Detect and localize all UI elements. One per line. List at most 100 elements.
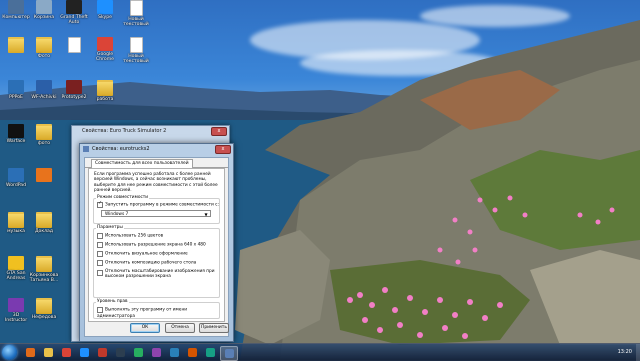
taskbar-button[interactable] <box>76 346 92 359</box>
desktop-icon[interactable]: музыка <box>1 212 31 234</box>
taskbar-button[interactable] <box>166 346 182 359</box>
desktop-icon-label: Warface <box>6 139 26 144</box>
desktop-icon[interactable]: Корзинкова Татьяна В... <box>29 256 59 283</box>
select-value: Windows 7 <box>105 212 129 217</box>
document-icon <box>67 37 81 53</box>
desktop-icon-label: Новый текстовый <box>123 17 149 28</box>
show-desktop-button[interactable] <box>636 344 640 361</box>
properties-dialog[interactable]: Свойства: eurotrucks2 x Совместимость дл… <box>79 143 234 342</box>
desktop-icon[interactable]: GTA San Andreas <box>1 256 31 281</box>
taskbar-button[interactable] <box>202 346 218 359</box>
checkbox-label: Отключить визуальное оформление <box>105 251 188 257</box>
desktop-icon[interactable]: Компьютер <box>1 0 31 20</box>
checkbox-box[interactable] <box>97 233 103 239</box>
desktop-icon[interactable] <box>1 37 31 54</box>
desktop-icon[interactable]: Prototype2 <box>59 80 89 100</box>
desktop-icon-label: Фото <box>37 54 51 59</box>
desktop-icon-label: Компьютер <box>2 15 30 20</box>
taskbar-button[interactable] <box>58 346 74 359</box>
checkbox-label: Использовать 256 цветов <box>105 233 164 239</box>
tab-page: Если программа успешно работала с более … <box>88 168 225 322</box>
app-icon <box>133 348 143 357</box>
desktop-icon-label: Корзина <box>33 15 55 20</box>
start-button[interactable] <box>2 345 17 360</box>
app-icon <box>187 348 197 357</box>
param-disable-dpi-scaling[interactable]: Отключить масштабирование изображения пр… <box>97 269 217 279</box>
close-button[interactable]: x <box>215 145 231 154</box>
desktop-icon[interactable] <box>29 168 59 183</box>
compat-os-select[interactable]: Windows 7 ▼ <box>101 210 211 217</box>
checkbox-box[interactable] <box>97 201 103 208</box>
folder-icon <box>36 212 52 228</box>
dialog-titlebar[interactable]: Свойства: eurotrucks2 x <box>80 144 233 155</box>
taskbar-button[interactable] <box>148 346 164 359</box>
param-640x480[interactable]: Использовать разрешение экрана 640 x 480 <box>97 242 206 249</box>
media-player-icon <box>25 348 35 357</box>
tab-compatibility-all-users[interactable]: Совместимость для всех пользователей <box>91 159 193 168</box>
desktop-icon[interactable]: Доклад <box>29 212 59 234</box>
folder-icon <box>8 37 24 53</box>
chrome-icon <box>61 348 71 357</box>
clock[interactable]: 13:20 <box>618 344 632 361</box>
param-disable-visual-themes[interactable]: Отключить визуальное оформление <box>97 251 188 258</box>
desktop-icon[interactable]: Google Chrome <box>90 37 120 62</box>
folder-icon <box>36 124 52 140</box>
desktop-icon-label: 3D Instructor <box>4 313 28 324</box>
desktop-icon-label: Google Chrome <box>95 52 115 63</box>
apply-button[interactable]: Применить <box>199 323 229 333</box>
desktop-icon[interactable]: Нефедова <box>29 298 59 320</box>
checkbox-box[interactable] <box>97 251 103 257</box>
app-icon <box>36 80 52 94</box>
params-label: Параметры <box>96 225 124 230</box>
param-256-colors[interactable]: Использовать 256 цветов <box>97 233 163 240</box>
folder-icon <box>36 298 52 314</box>
desktop-icon[interactable] <box>59 37 89 54</box>
desktop-icon[interactable]: Новый текстовый <box>121 37 151 64</box>
app-icon <box>151 348 161 357</box>
desktop-icon[interactable]: PPPoE <box>1 80 31 100</box>
desktop-icon[interactable]: WF-Achivki <box>29 80 59 100</box>
taskbar-button[interactable] <box>94 346 110 359</box>
desktop-icon[interactable]: работа <box>90 80 120 102</box>
cancel-button[interactable]: Отмена <box>165 323 195 333</box>
checkbox-label: Выполнять эту программу от имени админис… <box>97 307 188 319</box>
checkbox-label: Запустить программу в режиме совместимос… <box>105 202 219 208</box>
desktop-icon[interactable]: фото <box>29 124 59 146</box>
checkbox-box[interactable] <box>97 242 103 248</box>
desktop-icon[interactable]: Новый текстовый <box>121 0 151 27</box>
desktop-icon[interactable]: WordPad <box>1 168 31 188</box>
app-icon <box>8 80 24 94</box>
checkbox-box[interactable] <box>97 260 103 266</box>
desktop-icon-label: WF-Achivki <box>31 95 57 100</box>
app-icon <box>205 348 215 357</box>
checkbox-label: Использовать разрешение экрана 640 x 480 <box>105 242 206 248</box>
desktop-icon[interactable]: Skype <box>90 0 120 20</box>
run-as-admin-checkbox[interactable]: Выполнять эту программу от имени админис… <box>97 307 224 320</box>
desktop-icon[interactable]: Warface <box>1 124 31 144</box>
taskbar-button[interactable] <box>130 346 146 359</box>
checkbox-box[interactable] <box>97 307 103 313</box>
app-icon <box>8 298 24 312</box>
close-button[interactable]: x <box>211 127 227 136</box>
desktop-icon-label: Prototype2 <box>61 95 87 100</box>
taskbar: 13:20 <box>0 343 640 361</box>
taskbar-button[interactable] <box>112 346 128 359</box>
app-icon <box>97 0 113 14</box>
desktop-icon-label: Grand Theft Auto <box>60 15 88 26</box>
desktop-icon[interactable]: Grand Theft Auto <box>59 0 89 25</box>
properties-icon <box>224 349 234 358</box>
taskbar-button[interactable] <box>220 346 238 361</box>
taskbar-button[interactable] <box>184 346 200 359</box>
compat-mode-checkbox[interactable]: Запустить программу в режиме совместимос… <box>97 201 219 209</box>
param-disable-composition[interactable]: Отключить композицию рабочего стола <box>97 260 196 267</box>
taskbar-button[interactable] <box>40 346 56 359</box>
desktop-icon-label: работа <box>96 97 114 102</box>
desktop-icon[interactable]: Корзина <box>29 0 59 20</box>
desktop-icon[interactable]: Фото <box>29 37 59 59</box>
desktop-icon[interactable]: 3D Instructor <box>1 298 31 323</box>
folder-icon <box>36 37 52 53</box>
taskbar-button[interactable] <box>22 346 38 359</box>
ok-button[interactable]: ОК <box>130 323 160 333</box>
folder-icon <box>97 80 113 96</box>
checkbox-box[interactable] <box>97 270 103 276</box>
